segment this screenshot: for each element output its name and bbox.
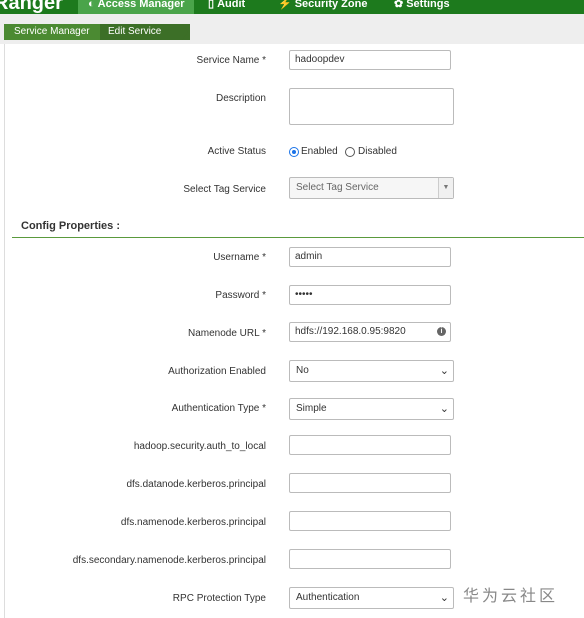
- rpc-protection-label: RPC Protection Type: [172, 593, 266, 604]
- authorization-enabled-value: No: [296, 365, 309, 376]
- description-label: Description: [215, 93, 266, 104]
- info-icon[interactable]: i: [437, 327, 446, 336]
- nav-settings[interactable]: ✿ Settings: [384, 0, 460, 14]
- gear-icon: ✿: [394, 0, 404, 10]
- username-input[interactable]: admin: [289, 247, 451, 267]
- lightning-icon: ⚡: [278, 0, 292, 10]
- datanode-principal-label: dfs.datanode.kerberos.principal: [126, 479, 266, 490]
- nav-security-zone[interactable]: ⚡ Security Zone: [268, 0, 377, 14]
- nav-label: Settings: [406, 0, 450, 10]
- chevron-down-icon: ⌄: [439, 403, 449, 415]
- tag-service-select[interactable]: Select Tag Service ▼: [289, 177, 454, 199]
- breadcrumb-service-manager[interactable]: Service Manager: [4, 24, 102, 40]
- authorization-enabled-select[interactable]: No ⌄: [289, 360, 454, 382]
- password-input[interactable]: •••••: [289, 285, 451, 305]
- nav-label: Security Zone: [294, 0, 368, 10]
- active-status-label: Active Status: [207, 146, 266, 157]
- brand-logo[interactable]: Ranger: [0, 0, 78, 14]
- config-properties-title: Config Properties :: [21, 220, 121, 232]
- enabled-radio[interactable]: [289, 147, 299, 157]
- secondary-namenode-principal-input[interactable]: [289, 549, 451, 569]
- rpc-protection-select[interactable]: Authentication ⌄: [289, 587, 454, 609]
- namenode-url-input[interactable]: hdfs://192.168.0.95:9820 i: [289, 322, 451, 342]
- authentication-type-value: Simple: [296, 403, 327, 414]
- namenode-principal-input[interactable]: [289, 511, 451, 531]
- namenode-principal-label: dfs.namenode.kerberos.principal: [120, 517, 266, 528]
- watermark: 华为云社区: [463, 586, 559, 605]
- username-label: Username *: [213, 252, 266, 263]
- namenode-url-value: hdfs://192.168.0.95:9820: [295, 326, 406, 337]
- top-navbar: Ranger ◐ Access Manager ▯ Audit ⚡ Security …: [0, 0, 584, 14]
- chevron-down-icon: ⌄: [439, 365, 449, 377]
- authorization-enabled-label: Authorization Enabled: [168, 366, 266, 377]
- breadcrumb-end: [182, 24, 188, 40]
- enabled-label: Enabled: [301, 146, 338, 157]
- secondary-namenode-principal-label: dfs.secondary.namenode.kerberos.principa…: [72, 555, 266, 566]
- password-label: Password *: [215, 290, 266, 301]
- authentication-type-label: Authentication Type *: [171, 403, 266, 414]
- chevron-down-icon: ⌄: [439, 592, 449, 604]
- section-divider: [12, 237, 584, 238]
- auth-to-local-input[interactable]: [289, 435, 451, 455]
- rpc-protection-value: Authentication: [296, 592, 360, 603]
- shield-icon: ◐: [88, 0, 95, 10]
- service-name-label: Service Name *: [196, 55, 266, 66]
- caret-down-icon: ▼: [438, 178, 453, 198]
- namenode-url-label: Namenode URL *: [187, 328, 266, 339]
- file-icon: ▯: [208, 0, 215, 10]
- service-name-input[interactable]: hadoopdev: [289, 50, 451, 70]
- nav-audit[interactable]: ▯ Audit: [198, 0, 255, 14]
- disabled-label: Disabled: [358, 146, 397, 157]
- nav-label: Audit: [217, 0, 246, 10]
- authentication-type-select[interactable]: Simple ⌄: [289, 398, 454, 420]
- auth-to-local-label: hadoop.security.auth_to_local: [133, 441, 266, 452]
- nav-label: Access Manager: [97, 0, 185, 10]
- tag-service-label: Select Tag Service: [183, 184, 266, 195]
- breadcrumb-edit-service: Edit Service: [100, 24, 190, 40]
- disabled-radio[interactable]: [345, 147, 355, 157]
- datanode-principal-input[interactable]: [289, 473, 451, 493]
- description-textarea[interactable]: [289, 88, 454, 125]
- nav-access-manager[interactable]: ◐ Access Manager: [78, 0, 195, 14]
- tag-service-placeholder: Select Tag Service: [296, 182, 379, 193]
